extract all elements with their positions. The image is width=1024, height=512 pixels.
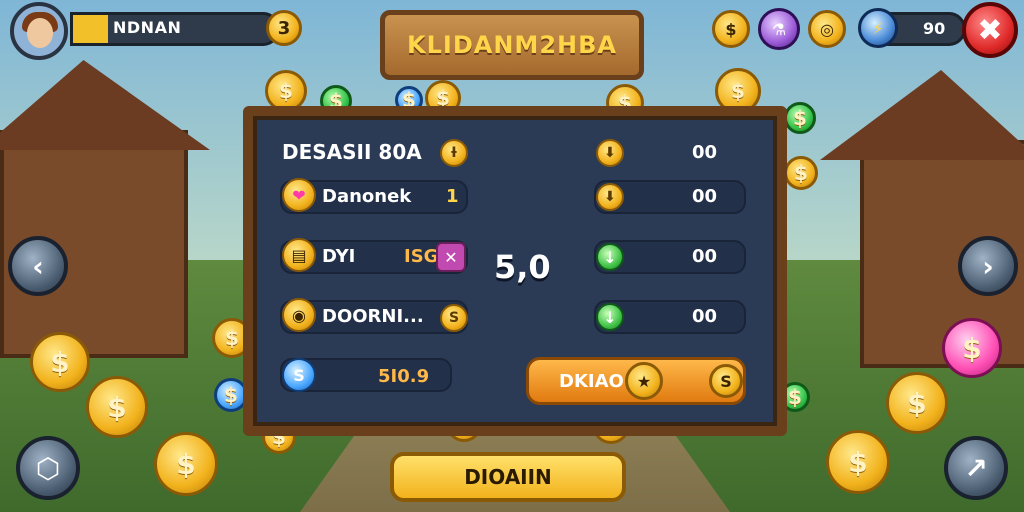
right-row-1-value: 00 [692,142,718,163]
previous-button[interactable]: ‹ [8,236,68,296]
panel-row-3-label: DYI [322,246,356,267]
player-progress-bar: NDNAN [70,12,280,46]
panel-row-4-label: DOORNI... [322,306,424,327]
shop-button[interactable]: ⬡ [16,436,80,500]
coin-icon: $ [784,102,816,134]
coin-icon: $ [30,332,90,392]
level-badge: 3 [266,10,302,46]
blue-coin-icon: S [282,358,316,392]
bonus-icon: ✕ [436,242,466,272]
coin-icon: $ [826,430,890,494]
right-row-4-value: 00 [692,306,718,327]
green-arrow-down-icon: ↓ [596,243,624,271]
gold-ring-icon: ◉ [282,298,316,332]
progress-fill [73,15,108,43]
green-arrow-down-icon: ↓ [596,303,624,331]
player-avatar[interactable] [10,2,68,60]
star-coin-icon: ★ [625,362,663,400]
coin-icon: S [709,364,743,398]
panel-row-1-badge: Ɨ [440,139,468,167]
collect-button-label: DKIAO [559,370,624,392]
coin-icon: $ [942,318,1002,378]
coin-icon: $ [154,432,218,496]
next-button[interactable]: › [958,236,1018,296]
title-text: KLIDANM2HBA [407,31,617,59]
title-plaque: KLIDANM2HBA [380,10,644,80]
coin-icon: $ [86,376,148,438]
coin-icon: $ [886,372,948,434]
main-action-label: DIOAIIN [464,465,552,489]
avatar-face [27,18,53,48]
panel-row-3-value: ISG [404,246,439,267]
collect-button[interactable]: DKIAO ★ S [526,357,746,405]
token-icon[interactable]: ◎ [808,10,846,48]
panel-row-4-badge: S [440,304,468,332]
currency-icon: ⚡ [858,8,898,48]
panel-row-2-label: Danonek [322,186,412,207]
panel-row-2-value: 1 [446,186,459,207]
currency-value: 90 [923,19,946,38]
right-row-3-value: 00 [692,246,718,267]
coin-icon: $ [784,156,818,190]
right-row-2-value: 00 [692,186,718,207]
panel-row-5-value: 5I0.9 [378,366,430,387]
share-button[interactable]: ↗ [944,436,1008,500]
right-row-2-icon: ⬇ [596,183,624,211]
heart-coin-icon: ❤ [282,178,316,212]
main-action-button[interactable]: DIOAIIN [390,452,626,502]
right-row-1-icon: ⬇ [596,139,624,167]
scroll-icon: ▤ [282,238,316,272]
gold-coin-icon[interactable]: $ [712,10,750,48]
potion-icon[interactable]: ⚗ [758,8,800,50]
player-name: NDNAN [113,18,182,37]
center-value: 5,0 [494,248,551,286]
panel-row-1-label: DESASII 80A [282,140,422,164]
close-button[interactable]: ✖ [962,2,1018,58]
